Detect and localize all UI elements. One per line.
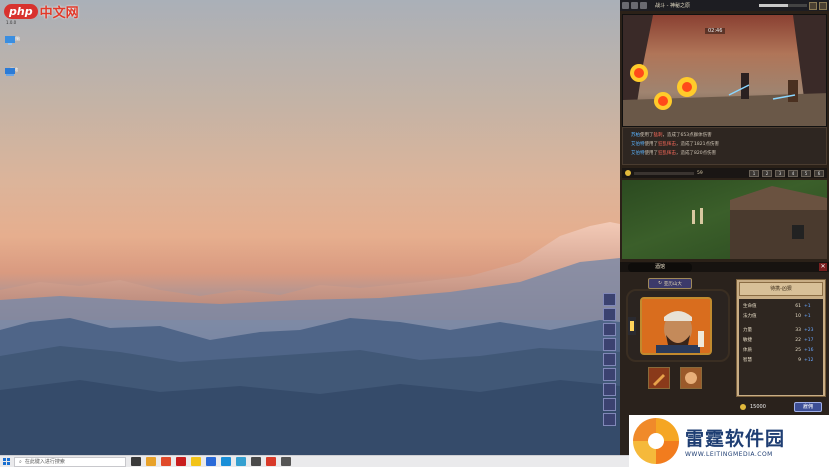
app-icon[interactable] xyxy=(206,457,216,466)
game-side-toolbar xyxy=(603,293,618,426)
mountain-landscape xyxy=(0,222,620,455)
search-icon: ⌕ xyxy=(19,458,22,465)
logo-text: 中文网 xyxy=(39,6,79,21)
attr-row: 智慧 9 +12 xyxy=(743,358,814,363)
hero-portrait-frame xyxy=(626,289,730,362)
fist-skill-icon[interactable] xyxy=(680,367,702,389)
close-icon[interactable] xyxy=(819,1,827,10)
stat-row: 生命值 61 +1 xyxy=(743,304,811,309)
logo-badge: php xyxy=(4,4,38,19)
watermark-url: WWW.LEITINGMEDIA.COM xyxy=(685,451,773,458)
gold-icon xyxy=(740,404,746,410)
stat-row: 法力值 10 +1 xyxy=(743,314,811,319)
hero-stats-panel: 待携-凶狠 生命值 61 +1 法力值 10 +1 力量 33 +23 敏捷 22 +17 体质… xyxy=(736,279,826,397)
game-window: 战斗 - 神秘之原 02:46 苏柏使用了猛刺，造成了653点群体伤害 艾伯特使… xyxy=(620,0,829,458)
hero-name: 亚历山大 xyxy=(663,281,682,287)
app-icon[interactable] xyxy=(251,457,261,466)
flag-icon[interactable] xyxy=(640,2,647,9)
desktop-icon-computer[interactable]: 此电脑 xyxy=(4,35,24,57)
file-explorer-icon[interactable] xyxy=(146,457,156,466)
hire-button[interactable]: 雇佣 xyxy=(794,402,822,412)
side-button-4[interactable] xyxy=(603,338,616,351)
hero-face-art xyxy=(642,299,710,353)
hire-row: 15000 雇佣 xyxy=(740,402,822,412)
map-slot-button[interactable]: 1 xyxy=(749,169,759,177)
coin-icon xyxy=(625,170,631,176)
side-button-2[interactable] xyxy=(603,308,616,321)
hero-nameplate: ↻ 亚历山大 xyxy=(648,278,692,289)
desktop-wallpaper: php 中文网 1.0.0 此电脑 网络 xyxy=(0,0,620,455)
axe-skill-icon[interactable] xyxy=(648,367,670,389)
map-icon[interactable] xyxy=(809,1,817,10)
stats-title: 待携-凶狠 xyxy=(739,282,823,296)
battle-title: 战斗 - 神秘之原 xyxy=(655,3,690,9)
log-line: 艾伯特使用了狂乱挥击，造成了820点伤害 xyxy=(631,151,717,156)
log-line: 艾伯特使用了狂乱挥击，造成了1821点伤害 xyxy=(631,142,719,147)
battle-progress xyxy=(759,4,807,7)
watermark: 雷霆软件园 WWW.LEITINGMEDIA.COM xyxy=(629,415,829,467)
taskbar-search[interactable]: ⌕ 在此键入进行搜索 xyxy=(14,456,126,467)
side-button-8[interactable] xyxy=(603,398,616,411)
game-titlebar: 战斗 - 神秘之原 xyxy=(620,0,829,11)
toolbar-value: 59 xyxy=(697,170,703,176)
side-button-6[interactable] xyxy=(603,368,616,381)
map-slot-button[interactable]: 4 xyxy=(788,169,798,177)
watermark-title: 雷霆软件园 xyxy=(685,428,786,450)
side-button-7[interactable] xyxy=(603,383,616,396)
tab-tavern[interactable]: 酒馆 xyxy=(628,262,692,272)
start-button[interactable] xyxy=(0,456,12,467)
hero-skills xyxy=(648,367,702,389)
map-slot-button[interactable]: 3 xyxy=(775,169,785,177)
computer-icon xyxy=(5,68,15,76)
side-button-5[interactable] xyxy=(603,353,616,366)
windows-icon xyxy=(2,458,10,465)
app-icon[interactable] xyxy=(236,457,246,466)
lantern-icon xyxy=(628,317,636,335)
world-map-art xyxy=(692,186,827,259)
app-icon[interactable] xyxy=(176,457,186,466)
attr-row: 力量 33 +23 xyxy=(743,328,814,333)
app-icon[interactable] xyxy=(221,457,231,466)
side-button-9[interactable] xyxy=(603,413,616,426)
task-view-icon[interactable] xyxy=(131,457,141,466)
app-icon[interactable] xyxy=(191,457,201,466)
hero-portrait xyxy=(640,297,712,355)
app-icon[interactable] xyxy=(266,457,276,466)
battle-scene: 02:46 xyxy=(622,14,827,127)
log-line: 苏柏使用了猛刺，造成了653点群体伤害 xyxy=(631,133,712,138)
map-slot-button[interactable]: 5 xyxy=(801,169,811,177)
php-logo: php 中文网 xyxy=(4,2,79,21)
logo-subtext: 1.0.0 xyxy=(6,20,17,25)
battle-timer: 02:46 xyxy=(705,28,726,34)
attr-row: 敏捷 22 +17 xyxy=(743,338,814,343)
network-computer-icon xyxy=(5,36,15,45)
refresh-icon[interactable]: ↻ xyxy=(658,281,662,286)
shield-icon[interactable] xyxy=(622,2,629,9)
watermark-logo-icon xyxy=(633,418,679,464)
panel-tabs: 酒馆 xyxy=(620,262,829,272)
combat-log: 苏柏使用了猛刺，造成了653点群体伤害 艾伯特使用了狂乱挥击，造成了1821点伤… xyxy=(622,127,827,165)
hire-cost: 15000 xyxy=(750,404,766,410)
xp-bar xyxy=(634,171,694,175)
map-toolbar: 59 1 2 3 4 5 6 xyxy=(622,168,827,178)
world-map[interactable] xyxy=(622,180,827,259)
map-slot-button[interactable]: 2 xyxy=(762,169,772,177)
browser-icon[interactable] xyxy=(161,457,171,466)
close-button[interactable]: ✕ xyxy=(819,263,827,271)
search-placeholder: 在此键入进行搜索 xyxy=(24,459,65,465)
attr-row: 体质 25 +16 xyxy=(743,348,814,353)
side-button-3[interactable] xyxy=(603,323,616,336)
sword-icon[interactable] xyxy=(631,2,638,9)
desktop-icon-network[interactable]: 网络 xyxy=(4,66,24,88)
stats-table: 生命值 61 +1 法力值 10 +1 力量 33 +23 敏捷 22 +17 体质 25 +16 … xyxy=(739,299,823,395)
map-slot-button[interactable]: 6 xyxy=(814,169,824,177)
app-icon[interactable] xyxy=(281,457,291,466)
side-button-1[interactable] xyxy=(603,293,616,306)
